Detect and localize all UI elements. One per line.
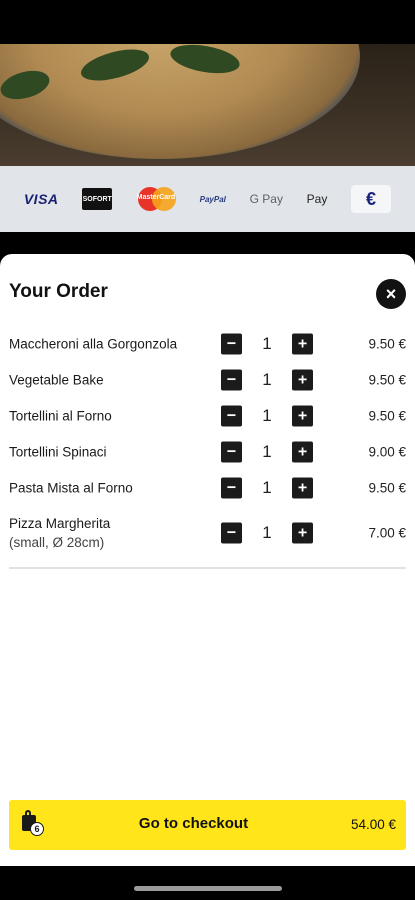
paypal-logo: PayPal (199, 194, 226, 204)
navigation-bar (0, 866, 415, 900)
sheet-title: Your Order (9, 281, 108, 302)
item-quantity: 1 (262, 370, 272, 389)
item-name: Vegetable Bake (9, 372, 104, 388)
item-name: Tortellini Spinaci (9, 444, 107, 460)
plus-icon: + (297, 407, 308, 424)
item-price: 9.50 € (368, 372, 406, 388)
decrease-quantity-button[interactable]: − (221, 477, 242, 499)
apple-pay-logo: Pay (306, 192, 328, 206)
item-quantity: 1 (262, 478, 272, 497)
decrease-quantity-button[interactable]: − (221, 522, 242, 544)
hero-image (0, 44, 415, 166)
increase-quantity-button[interactable]: + (292, 405, 313, 427)
order-item: Maccheroni alla Gorgonzola − 1 + 9.50 € (0, 326, 415, 362)
minus-icon: − (226, 524, 237, 541)
decrease-quantity-button[interactable]: − (221, 441, 242, 463)
checkout-button[interactable]: 6 Go to checkout 54.00 € (9, 800, 406, 850)
minus-icon: − (226, 479, 237, 496)
item-price: 7.00 € (368, 525, 406, 541)
increase-quantity-button[interactable]: + (292, 477, 313, 499)
item-name: Pizza Margherita (small, Ø 28cm) (9, 516, 111, 550)
minus-icon: − (226, 407, 237, 424)
decrease-quantity-button[interactable]: − (221, 405, 242, 427)
plus-icon: + (297, 371, 308, 388)
close-button[interactable]: × (376, 279, 406, 309)
order-item: Tortellini Spinaci − 1 + 9.00 € (0, 434, 415, 470)
increase-quantity-button[interactable]: + (292, 369, 313, 391)
item-price: 9.00 € (368, 444, 406, 460)
item-quantity: 1 (262, 442, 272, 461)
item-quantity: 1 (262, 334, 272, 353)
order-item: Pasta Mista al Forno − 1 + 9.50 € (0, 470, 415, 506)
item-price: 9.50 € (368, 480, 406, 496)
increase-quantity-button[interactable]: + (292, 333, 313, 355)
decrease-quantity-button[interactable]: − (221, 369, 242, 391)
minus-icon: − (226, 335, 237, 352)
payment-methods-bar: VISA SOFORT MasterCard PayPal G Pay Pay … (0, 166, 415, 232)
divider (9, 567, 406, 569)
decrease-quantity-button[interactable]: − (221, 333, 242, 355)
item-variant: (small, Ø 28cm) (9, 535, 105, 550)
plus-icon: + (297, 524, 308, 541)
currency-selector[interactable]: € (351, 185, 392, 213)
google-pay-logo: G Pay (249, 192, 283, 206)
checkout-total: 54.00 € (350, 817, 396, 832)
order-item: Tortellini al Forno − 1 + 9.50 € (0, 398, 415, 434)
item-quantity: 1 (262, 523, 272, 542)
item-price: 9.50 € (368, 336, 406, 352)
visa-logo: VISA (23, 191, 59, 207)
euro-icon: € (366, 188, 377, 209)
sofort-logo: SOFORT (82, 188, 113, 210)
close-icon: × (385, 284, 397, 304)
order-sheet: Your Order × Maccheroni alla Gorgonzola … (0, 254, 415, 866)
item-name: Maccheroni alla Gorgonzola (9, 336, 178, 352)
minus-icon: − (226, 443, 237, 460)
order-item: Vegetable Bake − 1 + 9.50 € (0, 362, 415, 398)
item-price: 9.50 € (368, 408, 406, 424)
mastercard-logo: MasterCard (136, 187, 176, 211)
item-name: Tortellini al Forno (9, 408, 112, 424)
checkout-label: Go to checkout (138, 815, 249, 832)
status-bar (0, 0, 415, 44)
increase-quantity-button[interactable]: + (292, 441, 313, 463)
minus-icon: − (226, 371, 237, 388)
plus-icon: + (297, 479, 308, 496)
order-item: Pizza Margherita (small, Ø 28cm) − 1 + 7… (0, 510, 415, 556)
home-indicator[interactable] (134, 886, 282, 891)
item-quantity: 1 (262, 406, 272, 425)
increase-quantity-button[interactable]: + (292, 522, 313, 544)
item-name: Pasta Mista al Forno (9, 480, 133, 496)
plus-icon: + (297, 335, 308, 352)
plus-icon: + (297, 443, 308, 460)
